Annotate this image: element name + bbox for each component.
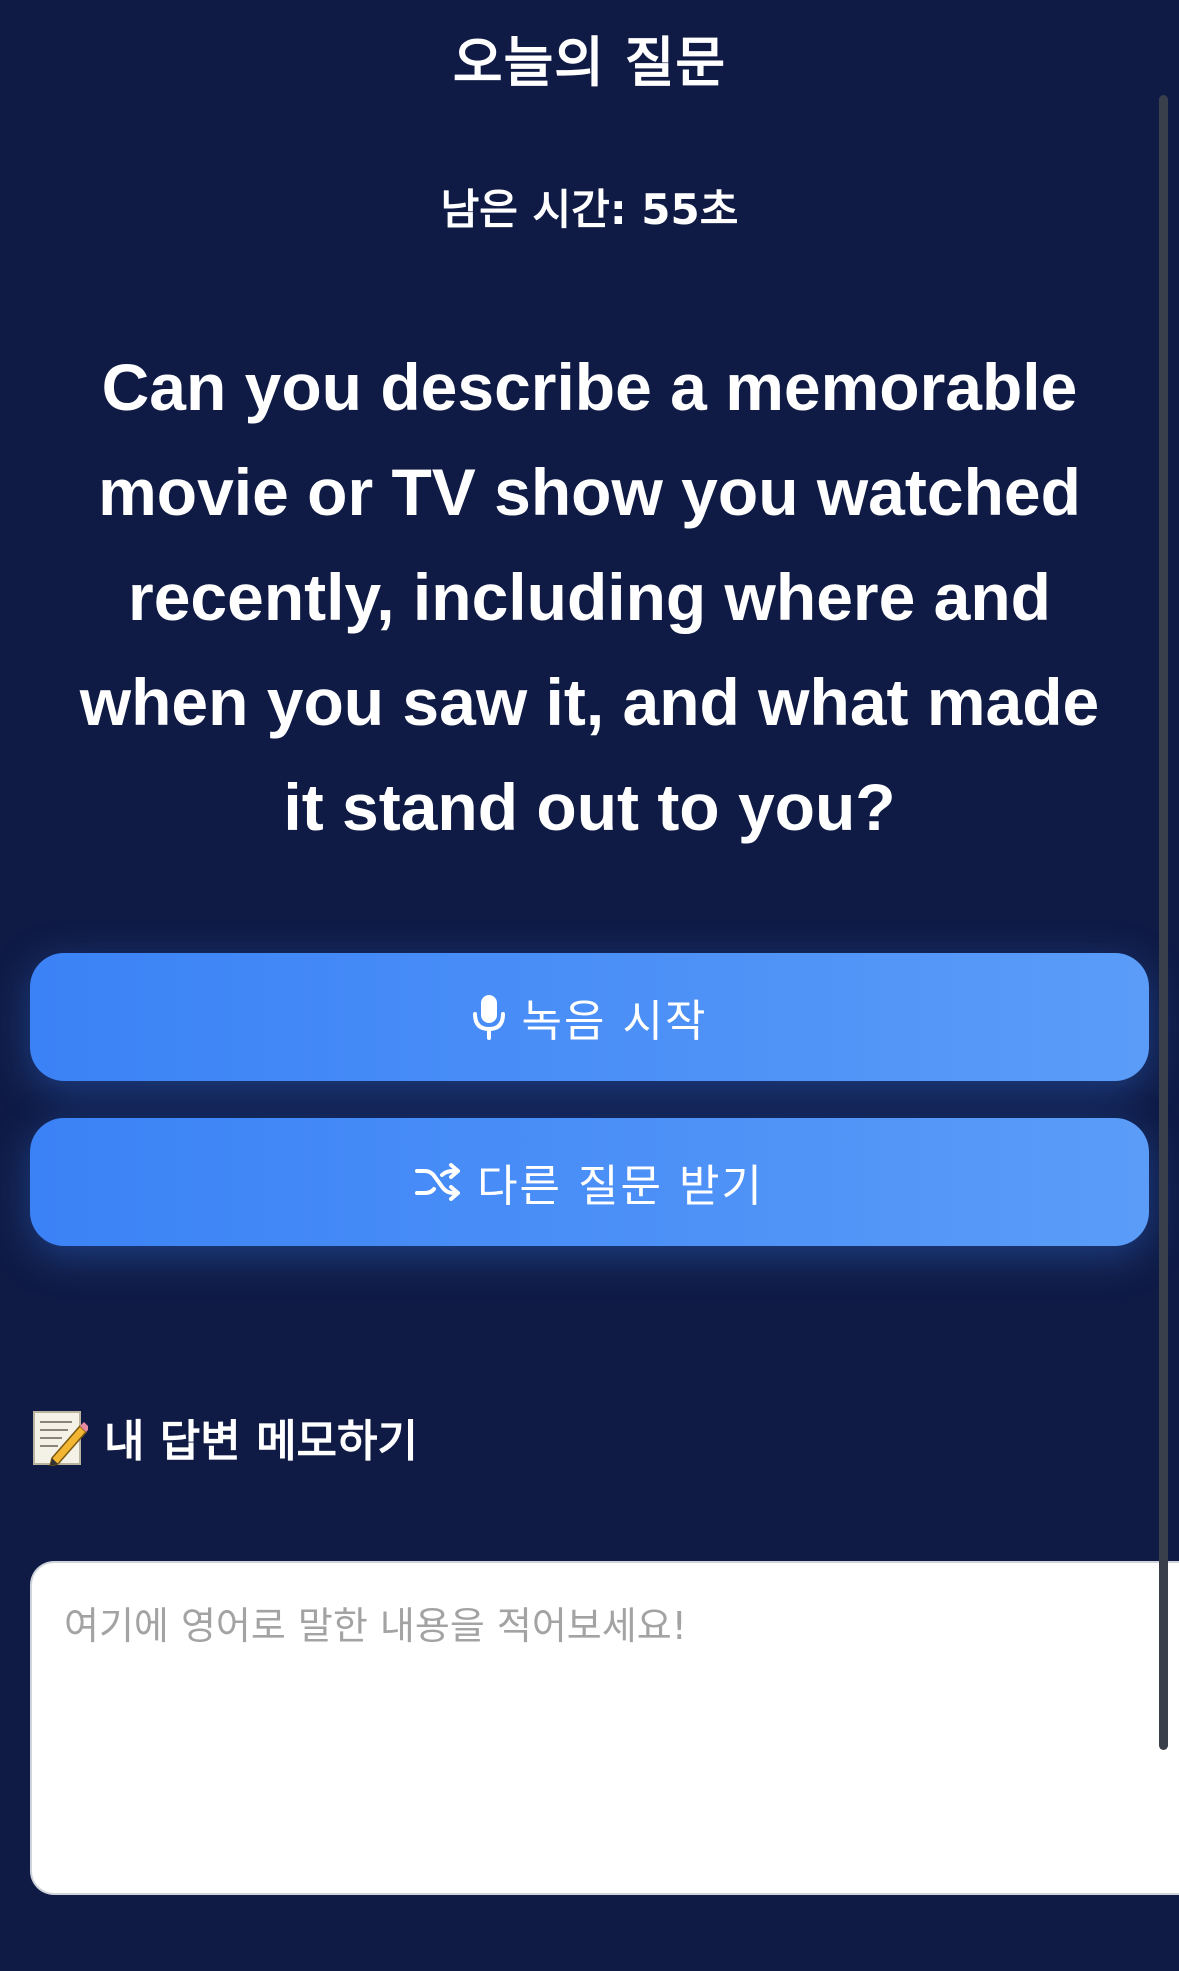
new-question-button[interactable]: 다른 질문 받기: [30, 1118, 1149, 1246]
page-title: 오늘의 질문: [452, 31, 727, 94]
start-recording-button[interactable]: 녹음 시작: [30, 953, 1149, 1081]
memo-heading-text: 내 답변 메모하기: [104, 1416, 418, 1467]
memo-icon: [32, 1408, 90, 1468]
start-recording-label: 녹음 시작: [521, 996, 708, 1047]
question-text: Can you describe a memorable movie or TV…: [79, 350, 1100, 844]
page: 오늘의 질문 남은 시간: 55초 Can you describe a mem…: [0, 0, 1179, 1971]
shuffle-icon: [415, 1163, 461, 1201]
memo-textarea[interactable]: [30, 1561, 1179, 1895]
scrollbar[interactable]: [1159, 95, 1168, 1750]
new-question-label: 다른 질문 받기: [477, 1161, 764, 1212]
memo-heading: 내 답변 메모하기: [32, 1405, 418, 1469]
microphone-icon: [472, 994, 506, 1040]
time-remaining: 남은 시간: 55초: [440, 185, 739, 234]
